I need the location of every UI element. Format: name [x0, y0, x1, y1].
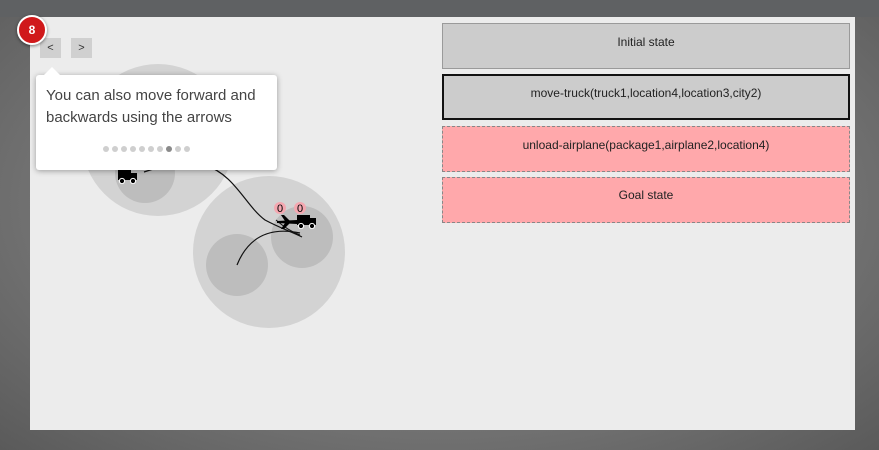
previous-step-button[interactable]: <	[40, 38, 61, 58]
plan-step-current[interactable]: move-truck(truck1,location4,location3,ci…	[442, 74, 850, 120]
initial-state-box[interactable]: Initial state	[442, 23, 850, 69]
tour-progress-dot[interactable]	[103, 146, 109, 152]
tour-progress-dot[interactable]	[166, 146, 172, 152]
initial-state-label: Initial state	[617, 35, 675, 49]
tour-progress-dot[interactable]	[184, 146, 190, 152]
package-count-airplane: 0	[277, 203, 283, 215]
next-step-button[interactable]: >	[71, 38, 92, 58]
package-count-truck: 0	[297, 203, 303, 215]
goal-state-box[interactable]: Goal state	[442, 177, 850, 223]
tour-progress-dot[interactable]	[121, 146, 127, 152]
tour-progress-dot[interactable]	[130, 146, 136, 152]
goal-state-label: Goal state	[618, 188, 674, 202]
tour-progress-dot[interactable]	[175, 146, 181, 152]
tour-progress-dot[interactable]	[112, 146, 118, 152]
tour-progress-dots	[103, 146, 190, 152]
plan-step-pending[interactable]: unload-airplane(package1,airplane2,locat…	[442, 126, 850, 172]
tour-progress-dot[interactable]	[139, 146, 145, 152]
tooltip-text: You can also move forward and backwards …	[46, 87, 256, 126]
plan-step-label: move-truck(truck1,location4,location3,ci…	[530, 86, 762, 100]
tour-step-badge: 8	[17, 15, 47, 45]
tour-tooltip: You can also move forward and backwards …	[36, 67, 277, 170]
plan-step-label: unload-airplane(package1,airplane2,locat…	[522, 138, 770, 152]
tour-progress-dot[interactable]	[148, 146, 154, 152]
tour-progress-dot[interactable]	[157, 146, 163, 152]
